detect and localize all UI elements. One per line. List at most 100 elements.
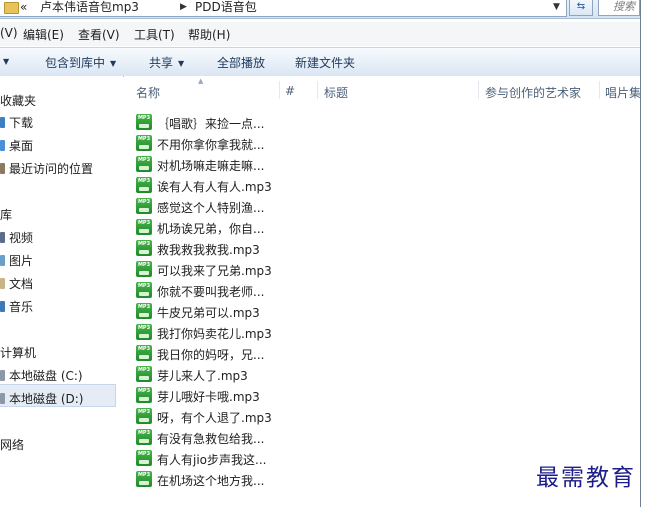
file-row[interactable]: MP3 芽儿来人了.mp3 (136, 364, 376, 384)
file-row[interactable]: MP3 芽儿哦好卡哦.mp3 (136, 385, 376, 405)
mp3-file-icon: MP3 (136, 387, 152, 403)
file-name: 机场诶兄弟，你自... (157, 222, 265, 236)
file-row[interactable]: MP3 机场诶兄弟，你自... (136, 217, 376, 237)
file-name: 芽儿来人了.mp3 (157, 369, 248, 383)
nav-item-label: 本地磁盘 (D:) (9, 392, 84, 406)
chevron-down-icon[interactable]: ▼ (553, 0, 560, 15)
column-divider[interactable] (599, 81, 600, 99)
file-name: 诶有人有人有人.mp3 (157, 180, 272, 194)
nav-item-label: 桌面 (9, 139, 34, 153)
mp3-icon-label: MP3 (137, 472, 151, 478)
nav-item-downloads[interactable]: 下载 (0, 114, 33, 131)
play-all-button[interactable]: 全部播放 (217, 54, 265, 71)
new-folder-button[interactable]: 新建文件夹 (295, 54, 355, 71)
mp3-icon-label: MP3 (137, 388, 151, 394)
file-row[interactable]: MP3 有人有jio步声我这... (136, 448, 376, 468)
file-row[interactable]: MP3 不用你拿你拿我就... (136, 133, 376, 153)
file-row[interactable]: MP3 我日你的妈呀，兄... (136, 343, 376, 363)
file-name: 呀，有个人退了.mp3 (157, 411, 272, 425)
recent-places-icon (0, 163, 5, 174)
file-name: ｛唱歌｝来捡一点... (157, 117, 265, 131)
nav-item-desktop[interactable]: 桌面 (0, 137, 33, 154)
nav-computer[interactable]: 计算机 (0, 344, 36, 361)
drive-icon (0, 370, 5, 381)
mp3-file-icon: MP3 (136, 366, 152, 382)
command-toolbar: ▼ 包含到库中 ▼ 共享 ▼ 全部播放 新建文件夹 (0, 47, 640, 77)
nav-item-label: 文档 (9, 277, 34, 291)
nav-item-pictures[interactable]: 图片 (0, 252, 33, 269)
chevron-down-icon[interactable]: ▼ (3, 54, 9, 68)
mp3-icon-label: MP3 (137, 241, 151, 247)
menu-edit[interactable]: 编辑(E) (23, 26, 64, 43)
nav-item-drive-d[interactable]: 本地磁盘 (D:) (0, 390, 83, 407)
nav-libraries[interactable]: 库 (0, 206, 12, 223)
nav-item-label: 视频 (9, 231, 34, 245)
file-row[interactable]: MP3 牛皮兄弟可以.mp3 (136, 301, 376, 321)
mp3-icon-label: MP3 (137, 325, 151, 331)
column-divider[interactable] (478, 81, 479, 99)
mp3-file-icon: MP3 (136, 177, 152, 193)
file-row[interactable]: MP3 在机场这个地方我... (136, 469, 376, 489)
menu-bar: (V) 编辑(E) 查看(V) 工具(T) 帮助(H) (0, 22, 640, 46)
file-row[interactable]: MP3 有没有急救包给我... (136, 427, 376, 447)
share-button[interactable]: 共享 ▼ (149, 54, 184, 71)
chevron-down-icon: ▼ (178, 59, 185, 68)
column-divider[interactable] (317, 81, 318, 99)
nav-item-recent[interactable]: 最近访问的位置 (0, 160, 93, 177)
file-row[interactable]: MP3 诶有人有人有人.mp3 (136, 175, 376, 195)
nav-favorites[interactable]: 收藏夹 (0, 92, 36, 109)
mp3-file-icon: MP3 (136, 156, 152, 172)
background-strip (641, 0, 658, 507)
folder-icon (4, 2, 19, 14)
breadcrumb[interactable]: « 卢本伟语音包mp3 ▶ PDD语音包 ▼ (0, 0, 567, 17)
nav-item-videos[interactable]: 视频 (0, 229, 33, 246)
nav-item-documents[interactable]: 文档 (0, 275, 33, 292)
menu-view-partial[interactable]: (V) (0, 26, 18, 40)
mp3-file-icon: MP3 (136, 450, 152, 466)
file-name: 不用你拿你拿我就... (157, 138, 265, 152)
nav-item-music[interactable]: 音乐 (0, 298, 33, 315)
file-row[interactable]: MP3 对机场嘛走嘛走嘛... (136, 154, 376, 174)
nav-item-label: 下载 (9, 116, 34, 130)
navigation-pane: 收藏夹 下载 桌面 最近访问的位置 库 视频 图片 文档 音乐 计算机 本地磁盘… (0, 76, 123, 507)
refresh-button[interactable]: ⇆ (569, 0, 593, 16)
mp3-icon-label: MP3 (137, 262, 151, 268)
chevron-right-icon[interactable]: ▶ (180, 0, 187, 15)
search-input[interactable]: 搜索 (598, 0, 640, 16)
mp3-file-icon: MP3 (136, 282, 152, 298)
file-row[interactable]: MP3 你就不要叫我老师... (136, 280, 376, 300)
column-name[interactable]: 名称 (136, 84, 160, 101)
column-number[interactable]: # (285, 84, 295, 98)
breadcrumb-item-current[interactable]: PDD语音包 (195, 0, 257, 15)
menu-tools[interactable]: 工具(T) (134, 26, 175, 43)
menu-view[interactable]: 查看(V) (78, 26, 120, 43)
chevron-down-icon: ▼ (110, 59, 117, 68)
file-row[interactable]: MP3 ｛唱歌｝来捡一点... (136, 112, 376, 132)
file-name: 你就不要叫我老师... (157, 285, 265, 299)
file-row[interactable]: MP3 感觉这个人特别渔... (136, 196, 376, 216)
column-title[interactable]: 标题 (324, 84, 348, 101)
include-in-library-label: 包含到库中 (45, 56, 106, 70)
file-name: 在机场这个地方我... (157, 474, 265, 488)
column-album[interactable]: 唱片集 (605, 84, 641, 101)
file-row[interactable]: MP3 我打你妈卖花儿.mp3 (136, 322, 376, 342)
nav-item-label: 图片 (9, 254, 34, 268)
file-row[interactable]: MP3 救我救我救我.mp3 (136, 238, 376, 258)
file-name: 我打你妈卖花儿.mp3 (157, 327, 272, 341)
column-divider[interactable] (279, 81, 280, 99)
breadcrumb-overflow[interactable]: « (20, 0, 27, 15)
breadcrumb-item-parent[interactable]: 卢本伟语音包mp3 (40, 0, 139, 15)
column-header: ▲ 名称 # 标题 参与创作的艺术家 唱片集 (124, 76, 644, 103)
mp3-file-icon: MP3 (136, 261, 152, 277)
nav-item-drive-c[interactable]: 本地磁盘 (C:) (0, 367, 83, 384)
file-row[interactable]: MP3 可以我来了兄弟.mp3 (136, 259, 376, 279)
file-row[interactable]: MP3 呀，有个人退了.mp3 (136, 406, 376, 426)
music-icon (0, 301, 5, 312)
mp3-icon-label: MP3 (137, 367, 151, 373)
nav-network[interactable]: 网络 (0, 436, 24, 453)
column-contributing-artists[interactable]: 参与创作的艺术家 (485, 84, 581, 101)
mp3-icon-label: MP3 (137, 220, 151, 226)
file-list-pane: ▲ 名称 # 标题 参与创作的艺术家 唱片集 MP3 ｛唱歌｝来捡一点... MP3… (124, 76, 641, 507)
menu-help[interactable]: 帮助(H) (188, 26, 230, 43)
include-in-library-button[interactable]: 包含到库中 ▼ (45, 54, 116, 71)
